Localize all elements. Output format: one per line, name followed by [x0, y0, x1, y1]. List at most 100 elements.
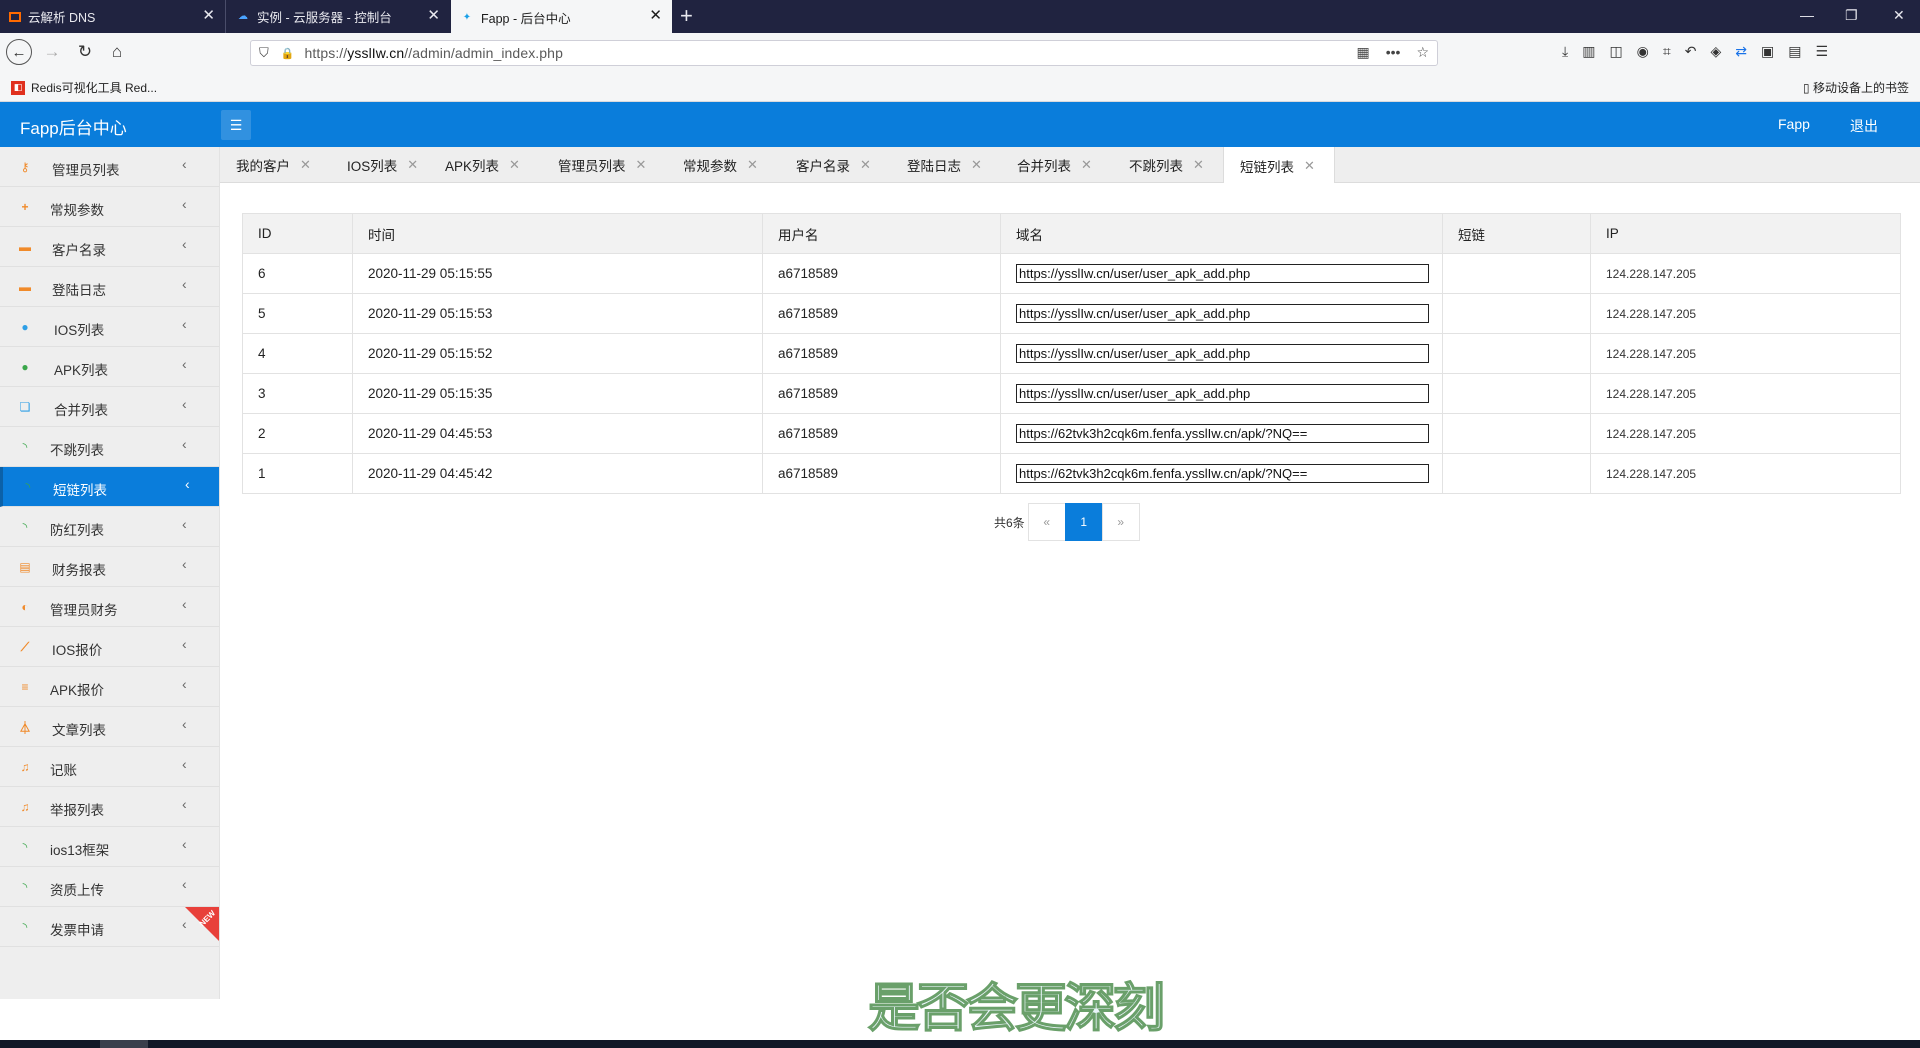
page-button-current[interactable]: 1: [1064, 503, 1103, 541]
cell-user: a6718589: [762, 413, 1001, 454]
browser-tab-fapp[interactable]: ✦ Fapp - 后台中心 ✕: [451, 0, 672, 34]
close-icon[interactable]: ✕: [300, 157, 311, 173]
sidebar-item-4[interactable]: ● IOS列表 ‹: [0, 307, 219, 347]
undo-icon[interactable]: ↶: [1685, 43, 1697, 60]
qr-code-icon[interactable]: ▦: [1356, 44, 1369, 61]
crop-icon[interactable]: ⌗: [1663, 43, 1671, 60]
cell-time: 2020-11-29 04:45:53: [352, 413, 763, 454]
shield-icon[interactable]: ⛉: [259, 45, 269, 61]
sidebar-item-10[interactable]: ▤ 财务报表 ‹: [0, 547, 219, 587]
sidebar-item-8[interactable]: ◝ 短链列表 ‹: [0, 467, 219, 507]
taskbar-app-button[interactable]: [100, 1040, 148, 1048]
chevron-left-icon: ‹: [182, 636, 187, 652]
reload-icon[interactable]: ↻: [73, 40, 97, 64]
close-icon[interactable]: ✕: [1193, 157, 1204, 173]
back-icon[interactable]: ←: [6, 39, 32, 65]
content-tab-6[interactable]: 登陆日志 ✕: [891, 147, 1001, 183]
domain-field[interactable]: [1016, 464, 1429, 483]
sidebar-item-13[interactable]: ≡ APK报价 ‹: [0, 667, 219, 707]
sync-icon[interactable]: ⇄: [1735, 43, 1747, 60]
window-close-icon[interactable]: ✕: [1893, 7, 1905, 24]
sidebar-item-7[interactable]: ◝ 不跳列表 ‹: [0, 427, 219, 467]
sidebar-item-16[interactable]: ♫ 举报列表 ‹: [0, 787, 219, 827]
content-tab-7[interactable]: 合并列表 ✕: [1001, 147, 1113, 183]
container-icon[interactable]: ▤: [1788, 43, 1801, 60]
close-icon[interactable]: ✕: [1081, 157, 1092, 173]
domain-field[interactable]: [1016, 304, 1429, 323]
next-page-button[interactable]: »: [1101, 503, 1140, 541]
sidebar-item-15[interactable]: ♫ 记账 ‹: [0, 747, 219, 787]
app-title[interactable]: Fapp后台中心: [20, 114, 127, 139]
sidebar-item-2[interactable]: ▬ 客户名录 ‹: [0, 227, 219, 267]
mobile-bookmarks[interactable]: ▯ 移动设备上的书签: [1803, 79, 1909, 96]
menu-icon[interactable]: ☰: [1816, 43, 1829, 60]
close-icon[interactable]: ✕: [1304, 158, 1315, 174]
sidebar-item-12[interactable]: ⟋ IOS报价 ‹: [0, 627, 219, 667]
content-tab-1[interactable]: IOS列表 ✕: [331, 147, 429, 183]
sidebar-item-3[interactable]: ▬ 登陆日志 ‹: [0, 267, 219, 307]
minimize-icon[interactable]: —: [1800, 7, 1814, 23]
close-icon[interactable]: ✕: [747, 157, 758, 173]
more-icon[interactable]: •••: [1386, 44, 1401, 61]
content-tab-label: 常规参数: [683, 159, 737, 174]
restore-icon[interactable]: ❐: [1845, 7, 1858, 24]
chevron-left-icon: ‹: [182, 796, 187, 812]
new-tab-button[interactable]: +: [680, 5, 693, 27]
browser-tab-dns[interactable]: 云解析 DNS ✕: [0, 0, 226, 33]
close-icon[interactable]: ✕: [636, 157, 647, 173]
close-icon[interactable]: ✕: [860, 157, 871, 173]
sidebar-item-9[interactable]: ◝ 防红列表 ‹: [0, 507, 219, 547]
content-tab-strip: 我的客户 ✕ IOS列表 ✕ APK列表 ✕ 管理员列表 ✕ 常规参数 ✕ 客户名录 ✕ 登陆日志 ✕ 合并…: [220, 147, 1920, 184]
close-icon[interactable]: ✕: [509, 157, 520, 173]
content-tab-4[interactable]: 常规参数 ✕: [667, 147, 780, 183]
chevron-left-icon: ‹: [182, 716, 187, 732]
address-bar[interactable]: ⛉ 🔒 https://ysslIw.cn//admin/admin_index…: [250, 40, 1438, 66]
close-icon[interactable]: ✕: [407, 157, 418, 173]
sidebar-item-label: 合并列表: [54, 403, 108, 418]
user-link[interactable]: Fapp: [1778, 116, 1810, 132]
content-tab-0[interactable]: 我的客户 ✕: [220, 147, 331, 183]
domain-field[interactable]: [1016, 384, 1429, 403]
sidebar-item-1[interactable]: + 常规参数 ‹: [0, 187, 219, 227]
extension-icon[interactable]: ◈: [1711, 43, 1722, 60]
menu-toggle-icon[interactable]: ☰: [221, 110, 251, 140]
domain-field[interactable]: [1016, 264, 1429, 283]
close-icon[interactable]: ✕: [649, 8, 662, 23]
cloud-icon: ☁: [238, 11, 248, 22]
chevron-left-icon: ‹: [182, 676, 187, 692]
bookmark-redis[interactable]: ◧ Redis可视化工具 Red...: [11, 79, 157, 96]
close-icon[interactable]: ✕: [971, 157, 982, 173]
content-tab-2[interactable]: APK列表 ✕: [429, 147, 542, 183]
content-tab-9[interactable]: 短链列表 ✕: [1223, 147, 1335, 184]
star-icon[interactable]: ☆: [1416, 44, 1429, 61]
domain-field[interactable]: [1016, 344, 1429, 363]
logout-link[interactable]: 退出: [1850, 116, 1878, 136]
url-text[interactable]: https://ysslIw.cn//admin/admin_index.php: [304, 45, 562, 61]
sidebar-item-14[interactable]: ⏃ 文章列表 ‹: [0, 707, 219, 747]
content-tab-8[interactable]: 不跳列表 ✕: [1113, 147, 1223, 183]
sidebar-item-0[interactable]: ⚷ 管理员列表 ‹: [0, 147, 219, 187]
account-icon[interactable]: ◉: [1637, 43, 1649, 60]
content-tab-5[interactable]: 客户名录 ✕: [780, 147, 891, 183]
sidebar-item-18[interactable]: ◝ 资质上传 ‹: [0, 867, 219, 907]
sidebar-item-19[interactable]: ◝ 发票申请 ‹ NEW: [0, 907, 219, 947]
sidebar-item-11[interactable]: ◐ 管理员财务 ‹: [0, 587, 219, 627]
library-icon[interactable]: ▥: [1582, 43, 1595, 60]
sidebar-item-6[interactable]: ❏ 合并列表 ‹: [0, 387, 219, 427]
close-icon[interactable]: ✕: [202, 8, 215, 23]
domain-field[interactable]: [1016, 424, 1429, 443]
forward-icon[interactable]: →: [40, 40, 64, 64]
chevron-left-icon: ‹: [182, 156, 187, 172]
home-icon[interactable]: ⌂: [105, 40, 129, 64]
cell-time: 2020-11-29 04:45:42: [352, 453, 763, 494]
prev-page-button[interactable]: «: [1027, 503, 1066, 541]
notes-icon[interactable]: ▣: [1761, 43, 1774, 60]
sidebar-item-17[interactable]: ◝ ios13框架 ‹: [0, 827, 219, 867]
download-icon[interactable]: ⤓: [1562, 43, 1568, 60]
sidebar-icon[interactable]: ◫: [1609, 43, 1622, 60]
content-tab-3[interactable]: 管理员列表 ✕: [542, 147, 667, 183]
lock-icon[interactable]: 🔒: [281, 47, 295, 60]
close-icon[interactable]: ✕: [427, 8, 440, 23]
browser-tab-ecs[interactable]: ☁ 实例 - 云服务器 - 控制台 ✕: [227, 0, 450, 33]
sidebar-item-5[interactable]: ● APK列表 ‹: [0, 347, 219, 387]
